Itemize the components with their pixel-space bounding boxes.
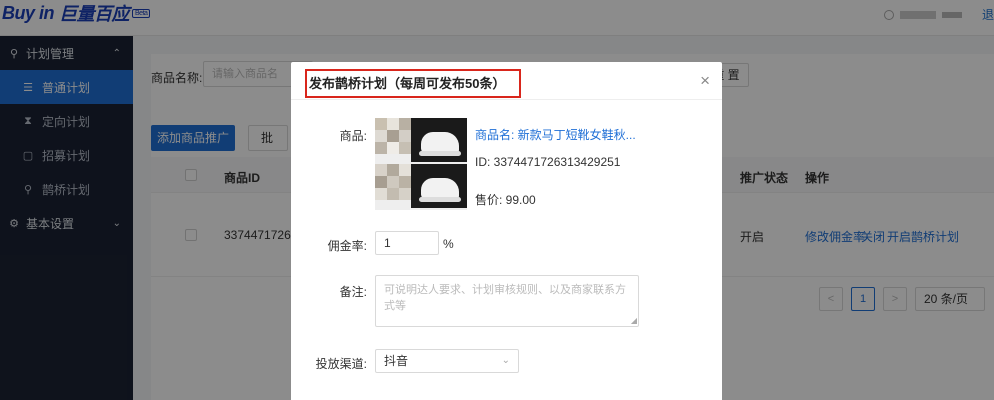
product-thumbnail <box>375 118 467 210</box>
shoe-image <box>411 164 467 208</box>
modal-header: 发布鹊桥计划（每周可发布50条） × <box>291 62 722 100</box>
remark-placeholder: 可说明达人要求、计划审核规则、以及商家联系方式等 <box>384 284 626 312</box>
product-price: 售价: 99.00 <box>475 193 536 207</box>
remark-label: 备注: <box>339 285 367 299</box>
product-name-link[interactable]: 商品名: 新款马丁短靴女鞋秋... <box>475 126 636 143</box>
shoe-image <box>411 118 467 162</box>
close-icon[interactable]: × <box>700 71 710 91</box>
chevron-down-icon: ⌄ <box>501 355 510 366</box>
commission-rate-label: 佣金率: <box>327 239 367 253</box>
product-label: 商品: <box>339 129 367 143</box>
resize-handle-icon[interactable]: ◢ <box>631 316 637 325</box>
channel-select[interactable]: 抖音 ⌄ <box>375 349 519 373</box>
modal-title: 发布鹊桥计划（每周可发布50条） <box>305 69 522 98</box>
publish-bridge-plan-modal: 发布鹊桥计划（每周可发布50条） × 商品: 商品名: 新款马丁短靴女鞋秋...… <box>291 62 722 400</box>
channel-label: 投放渠道: <box>315 357 367 371</box>
channel-value: 抖音 <box>384 354 409 368</box>
product-id: ID: 3374471726313429251 <box>475 155 621 169</box>
percent-unit: % <box>443 237 454 251</box>
commission-rate-input[interactable]: 1 <box>375 231 439 255</box>
remark-textarea[interactable]: 可说明达人要求、计划审核规则、以及商家联系方式等 ◢ <box>375 275 639 327</box>
